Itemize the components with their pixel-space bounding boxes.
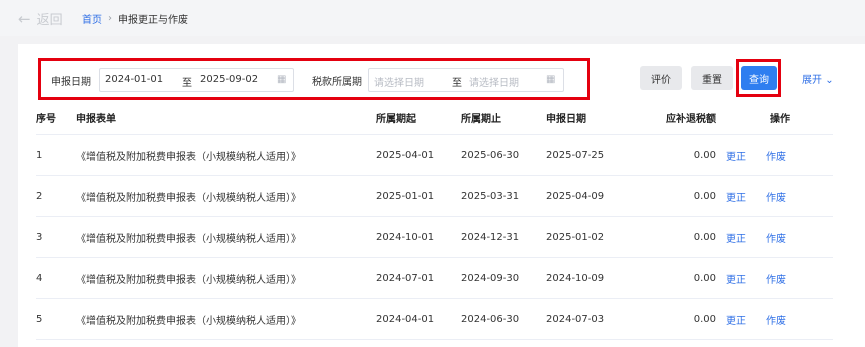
void-link[interactable]: 作废: [766, 316, 786, 327]
row-date: 2025-04-09: [546, 175, 656, 217]
correct-link[interactable]: 更正: [726, 316, 746, 327]
top-bar: ← 返回 首页 › 申报更正与作废: [0, 0, 865, 36]
row-start: 2024-07-01: [376, 257, 461, 299]
row-no: 2: [36, 175, 76, 217]
back-label: 返回: [36, 13, 63, 28]
row-start: 2025-04-01: [376, 134, 461, 176]
row-no: 1: [36, 134, 76, 176]
reset-button[interactable]: 重置: [691, 66, 733, 90]
row-no: 5: [36, 298, 76, 340]
column-header-no: 序号: [36, 100, 76, 135]
declare-date-from[interactable]: 2024-01-01: [105, 74, 163, 85]
tax-period-label: 税款所属期: [312, 77, 362, 88]
row-end: 2024-06-30: [461, 298, 546, 340]
filter-area: 申报日期 2024-01-01 至 2025-09-02 ▦ 税款所属期 请选择…: [38, 58, 590, 100]
row-amount: 0.00: [656, 216, 716, 258]
correct-link[interactable]: 更正: [726, 193, 746, 204]
void-link[interactable]: 作废: [766, 152, 786, 163]
table-row: 4 《增值税及附加税费申报表（小规模纳税人适用）》 2024-07-01 202…: [36, 257, 833, 299]
row-date: 2025-01-02: [546, 216, 656, 258]
tax-period-from[interactable]: 请选择日期: [374, 74, 424, 89]
row-date: 2025-07-25: [546, 134, 656, 176]
row-form: 《增值税及附加税费申报表（小规模纳税人适用）》: [76, 298, 376, 340]
declare-date-range[interactable]: 2024-01-01 至 2025-09-02 ▦: [99, 68, 294, 92]
table-row: 2 《增值税及附加税费申报表（小规模纳税人适用）》 2025-01-01 202…: [36, 175, 833, 217]
breadcrumb: 首页 › 申报更正与作废: [82, 11, 188, 26]
expand-label: 展开: [802, 75, 822, 86]
row-form: 《增值税及附加税费申报表（小规模纳税人适用）》: [76, 216, 376, 258]
row-end: 2025-06-30: [461, 134, 546, 176]
row-amount: 0.00: [656, 134, 716, 176]
void-link[interactable]: 作废: [766, 193, 786, 204]
column-header-amount: 应补退税额: [656, 100, 716, 135]
row-start: 2024-04-01: [376, 298, 461, 340]
declare-date-label: 申报日期: [51, 77, 91, 88]
table-header-row: 序号 申报表单 所属期起 所属期止 申报日期 应补退税额 操作: [36, 100, 833, 135]
row-amount: 0.00: [656, 175, 716, 217]
column-header-end: 所属期止: [461, 100, 546, 135]
row-start: 2025-01-01: [376, 175, 461, 217]
row-end: 2024-12-31: [461, 216, 546, 258]
row-form: 《增值税及附加税费申报表（小规模纳税人适用）》: [76, 257, 376, 299]
calendar-icon[interactable]: ▦: [546, 74, 555, 85]
column-header-form: 申报表单: [76, 100, 376, 135]
back-arrow-icon: ←: [18, 9, 31, 28]
row-date: 2024-10-09: [546, 257, 656, 299]
row-form: 《增值税及附加税费申报表（小规模纳税人适用）》: [76, 134, 376, 176]
table-row: 3 《增值税及附加税费申报表（小规模纳税人适用）》 2024-10-01 202…: [36, 216, 833, 258]
chevron-down-icon: ⌄: [825, 75, 834, 86]
breadcrumb-current: 申报更正与作废: [118, 15, 188, 26]
correct-link[interactable]: 更正: [726, 152, 746, 163]
row-form: 《增值税及附加税费申报表（小规模纳税人适用）》: [76, 175, 376, 217]
void-link[interactable]: 作废: [766, 234, 786, 245]
void-link[interactable]: 作废: [766, 275, 786, 286]
row-start: 2024-10-01: [376, 216, 461, 258]
row-end: 2024-09-30: [461, 257, 546, 299]
range-to-label: 至: [182, 78, 192, 89]
row-no: 4: [36, 257, 76, 299]
correct-link[interactable]: 更正: [726, 275, 746, 286]
table-row: 1 《增值税及附加税费申报表（小规模纳税人适用）》 2025-04-01 202…: [36, 134, 833, 176]
correct-link[interactable]: 更正: [726, 234, 746, 245]
breadcrumb-chevron-icon: ›: [108, 13, 112, 24]
back-button[interactable]: ← 返回: [18, 9, 63, 29]
column-header-date: 申报日期: [546, 100, 656, 135]
row-amount: 0.00: [656, 257, 716, 299]
declaration-table: 序号 申报表单 所属期起 所属期止 申报日期 应补退税额 操作 1 《增值税及附…: [36, 100, 833, 340]
query-button[interactable]: 查询: [741, 66, 777, 90]
row-amount: 0.00: [656, 298, 716, 340]
tax-period-range[interactable]: 请选择日期 至 请选择日期 ▦: [368, 68, 564, 92]
row-no: 3: [36, 216, 76, 258]
declare-date-to[interactable]: 2025-09-02: [200, 74, 258, 85]
range-to-label: 至: [452, 78, 462, 89]
tax-period-to[interactable]: 请选择日期: [469, 74, 519, 89]
table-row: 5 《增值税及附加税费申报表（小规模纳税人适用）》 2024-04-01 202…: [36, 298, 833, 340]
column-header-start: 所属期起: [376, 100, 461, 135]
column-header-actions: 操作: [756, 100, 833, 135]
breadcrumb-home[interactable]: 首页: [82, 11, 102, 26]
expand-toggle[interactable]: 展开 ⌄: [802, 71, 834, 86]
calendar-icon[interactable]: ▦: [277, 74, 286, 85]
evaluate-button[interactable]: 评价: [640, 66, 682, 90]
row-end: 2025-03-31: [461, 175, 546, 217]
main-panel: 申报日期 2024-01-01 至 2025-09-02 ▦ 税款所属期 请选择…: [18, 44, 865, 347]
row-date: 2024-07-03: [546, 298, 656, 340]
